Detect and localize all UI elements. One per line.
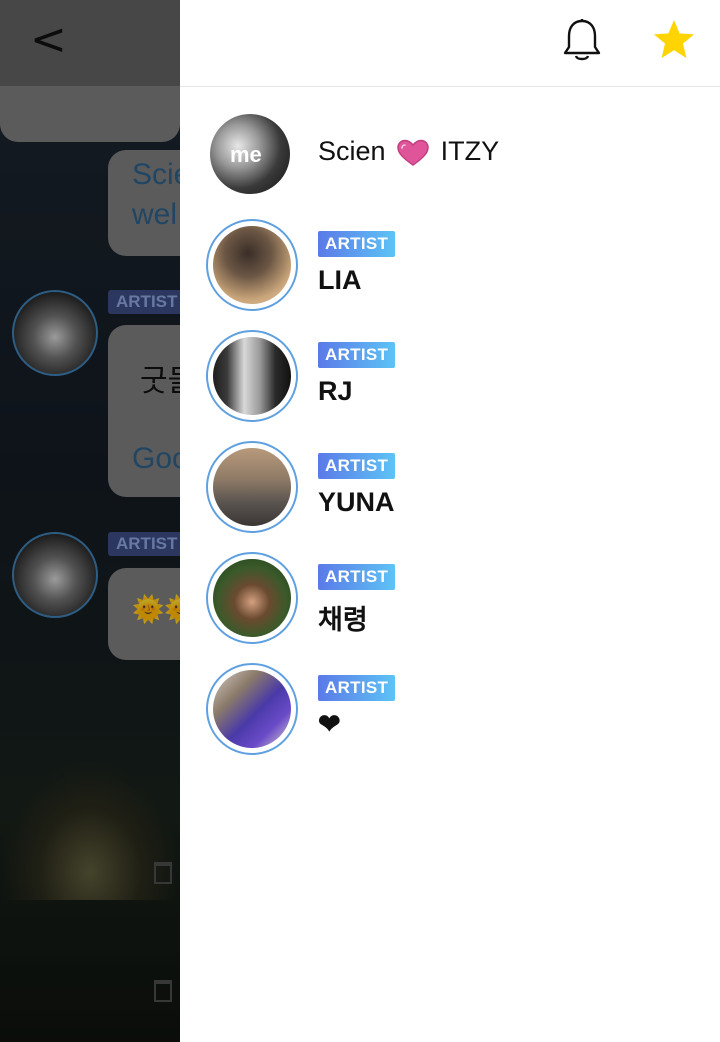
my-name: Scien ITZY xyxy=(318,136,499,167)
member-name: 채령 xyxy=(318,605,368,635)
drawer-header xyxy=(180,0,720,87)
member-name: YUNA xyxy=(318,487,395,517)
avatar-photo xyxy=(213,337,291,415)
star-shape xyxy=(654,20,694,58)
my-name-left: Scien xyxy=(318,136,386,166)
avatar[interactable] xyxy=(206,441,298,533)
avatar-photo xyxy=(213,559,291,637)
avatar[interactable] xyxy=(206,330,298,422)
member-row-heart[interactable]: ARTIST ❤ xyxy=(206,663,686,755)
avatar[interactable] xyxy=(206,552,298,644)
avatar[interactable] xyxy=(206,219,298,311)
me-label: me xyxy=(230,142,262,167)
avatar[interactable] xyxy=(206,663,298,755)
artist-badge: ARTIST xyxy=(318,564,396,590)
artist-badge: ARTIST xyxy=(318,342,396,368)
my-profile-row[interactable]: me Scien ITZY xyxy=(210,112,690,196)
member-row-lia[interactable]: ARTIST LIA xyxy=(206,219,686,311)
artist-badge: ARTIST xyxy=(318,453,396,479)
artist-badge: ARTIST xyxy=(318,675,396,701)
member-name: ❤ xyxy=(318,709,341,739)
avatar-photo xyxy=(213,670,291,748)
side-drawer: me Scien ITZY ARTIST LIA ARTIST RJ ARTIS… xyxy=(180,0,720,1042)
my-name-right: ITZY xyxy=(440,136,500,166)
avatar-photo xyxy=(213,448,291,526)
my-avatar[interactable]: me xyxy=(210,114,290,194)
member-row-yuna[interactable]: ARTIST YUNA xyxy=(206,441,686,533)
artist-badge: ARTIST xyxy=(318,231,396,257)
member-name: RJ xyxy=(318,376,353,406)
dim-overlay[interactable] xyxy=(0,0,180,1042)
member-row-rj[interactable]: ARTIST RJ xyxy=(206,330,686,422)
heart-icon xyxy=(397,139,429,166)
star-icon[interactable] xyxy=(652,18,696,62)
member-row-chaeryeong[interactable]: ARTIST 채령 xyxy=(206,552,686,644)
avatar-photo xyxy=(213,226,291,304)
member-name: LIA xyxy=(318,265,362,295)
bell-icon[interactable] xyxy=(562,18,602,62)
